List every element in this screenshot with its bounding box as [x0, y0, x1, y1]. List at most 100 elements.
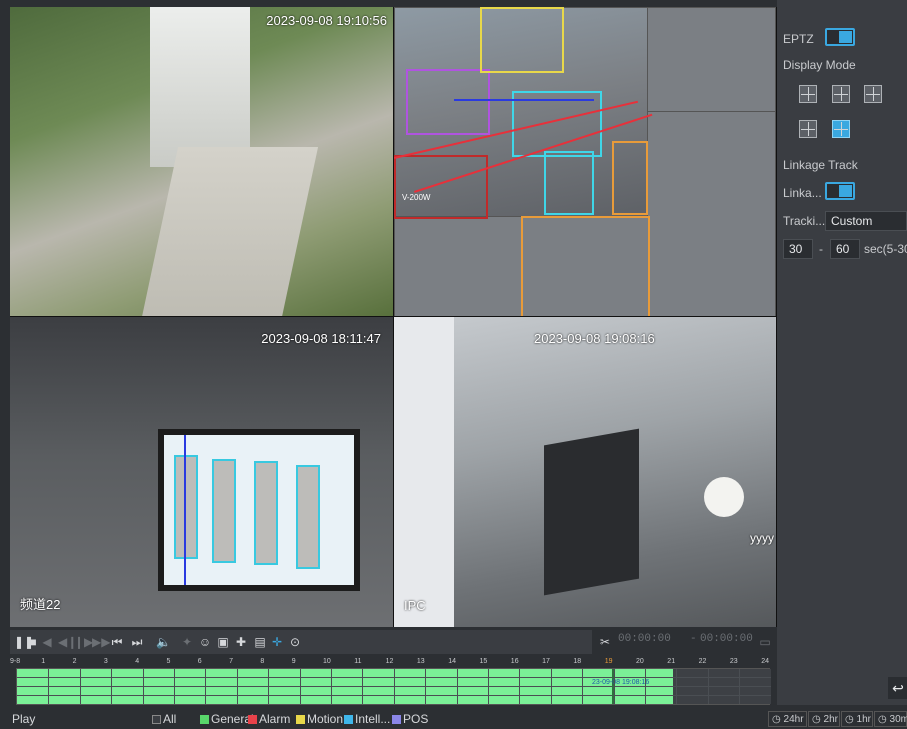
filter-motion[interactable]: Motion [296, 712, 343, 726]
ruler-tick-label: 1 [41, 658, 46, 665]
clip-end-time[interactable]: 00:00:00 [700, 633, 753, 645]
detection-box [394, 155, 488, 219]
ruler-tick-label: 9 [291, 658, 296, 665]
scissors-icon[interactable]: ✂ [598, 634, 612, 650]
ruler-tick-label: 12 [385, 658, 394, 665]
linkage-toggle[interactable] [825, 182, 855, 200]
snapshot-icon[interactable]: ▣ [216, 634, 230, 650]
face-search-icon[interactable]: ☺ [198, 634, 212, 650]
smart-search-icon[interactable]: ✦ [180, 634, 194, 650]
ruler-tick-label: 18 [573, 658, 582, 665]
ruler-tick-label: 3 [103, 658, 108, 665]
timeline-hour-divider [550, 669, 552, 704]
eptz-toggle[interactable] [825, 28, 855, 46]
volume-icon[interactable]: 🔈 [156, 634, 171, 650]
camera-tile-2[interactable]: V-200W [394, 7, 776, 316]
ruler-tick-label: 22 [698, 658, 707, 665]
next-icon[interactable]: ⏭ [128, 634, 146, 650]
detection-box [406, 69, 490, 135]
camera-tile-1[interactable]: 2023-09-08 19:10:56 [10, 7, 393, 316]
toggle-knob [839, 31, 852, 43]
toggle-knob [839, 185, 852, 197]
clip-time-separator: - [690, 633, 697, 645]
sub-view-top-right [647, 7, 776, 112]
pause-icon[interactable]: ❚❚ [14, 634, 34, 650]
timeline-hour-divider [205, 669, 207, 704]
camera-grid: 2023-09-08 19:10:56 V-200W 2023-09-08 18… [10, 7, 777, 627]
timeline-hour-divider [456, 669, 458, 704]
ruler-tick-label: 6 [197, 658, 202, 665]
person-box [296, 465, 320, 569]
back-icon[interactable]: ↩ [888, 677, 907, 699]
range-24hr-button[interactable]: ◷ 24hr [768, 711, 807, 727]
slow-icon[interactable]: ▶▶ [92, 634, 110, 650]
tracking-select[interactable]: Custom [825, 211, 907, 231]
timeline-hour-divider [299, 669, 301, 704]
person-box [254, 461, 278, 565]
camera-timestamp: 2023-09-08 19:10:56 [266, 13, 387, 28]
timeline-hour-divider [488, 669, 489, 704]
timeline-hour-divider [236, 669, 238, 704]
frame-forward-icon[interactable]: ❙▶ [74, 634, 93, 650]
clock-icon: ◷ [845, 714, 857, 725]
timeline-ruler: 9-8 1 2 3 4 5 6 7 8 9 10 11 12 13 14 15 16 17 18 19 20 21 22 23… [10, 658, 777, 668]
timeline-hour-divider [111, 669, 113, 704]
display-mode-3-icon[interactable] [864, 85, 882, 103]
timeline-hour-divider [268, 669, 270, 704]
range-separator: - [819, 242, 823, 256]
filter-intell[interactable]: Intell... [344, 712, 390, 726]
checkbox-icon [296, 715, 305, 725]
camera-tile-3[interactable]: 2023-09-08 18:11:47 频道22 [10, 317, 393, 627]
display-mode-2-icon[interactable] [832, 85, 850, 103]
checkbox-icon [344, 715, 353, 725]
clip-start-time[interactable]: 00:00:00 [618, 633, 671, 645]
filter-general[interactable]: General [200, 712, 254, 726]
range-2hr-button[interactable]: ◷ 2hr [808, 711, 840, 727]
camera-label: IPC [404, 598, 426, 613]
frame-back-icon[interactable]: ◀❙ [58, 634, 77, 650]
timeline-hour-divider [362, 669, 364, 704]
pergola [150, 7, 250, 167]
range-30m-button[interactable]: ◷ 30m [874, 711, 907, 727]
range-max-input[interactable]: 60 [830, 239, 860, 259]
display-mode-1-icon[interactable] [799, 85, 817, 103]
reverse-icon[interactable]: ◀ [42, 634, 52, 650]
checkbox-icon [152, 715, 161, 725]
timeline-hour-divider [331, 669, 332, 704]
timeline-hour-divider [739, 669, 741, 704]
timeline-bar[interactable]: 23-09-08 19:08:16 [16, 668, 771, 705]
stop-icon[interactable]: ■ [28, 634, 38, 650]
filter-all[interactable]: All [152, 712, 176, 726]
previous-icon[interactable]: ⏮ [108, 634, 126, 650]
tag-icon[interactable]: ✚ [234, 634, 248, 650]
ruler-tick-label: 7 [229, 658, 233, 665]
camera-corner-text: yyyy [750, 531, 774, 545]
display-mode-4-icon[interactable] [799, 120, 817, 138]
save-clip-icon[interactable]: ▭ [758, 634, 772, 650]
ruler-tick-label: 21 [667, 658, 676, 665]
ruler-tick-label: 17 [542, 658, 550, 665]
display-mode-5-icon[interactable] [832, 120, 850, 138]
eptz-icon[interactable]: ✛ [270, 634, 284, 650]
camera-tile-4[interactable]: 2023-09-08 19:08:16 yyyy IPC [394, 317, 776, 627]
camera-label: 频道22 [20, 597, 61, 612]
timeline-hour-divider [174, 669, 175, 704]
filter-pos[interactable]: POS [392, 712, 428, 726]
filter-alarm[interactable]: Alarm [248, 712, 290, 726]
walkway [141, 147, 319, 316]
timeline-hour-divider [48, 669, 50, 704]
zoom-icon[interactable]: ⊙ [288, 634, 302, 650]
range-min-input[interactable]: 30 [783, 239, 813, 259]
linkage-track-label: Linkage Track [783, 158, 858, 172]
timeline-hour-divider [425, 669, 427, 704]
clock-icon: ◷ [878, 714, 890, 725]
fisheye-icon[interactable]: ▤ [252, 634, 268, 650]
person-box [212, 459, 236, 563]
ruler-tick-label: 4 [135, 658, 140, 665]
timeline-hour-divider [613, 669, 615, 704]
sub-view-right [647, 111, 776, 316]
foreground-wall [394, 317, 454, 627]
range-1hr-button[interactable]: ◷ 1hr [841, 711, 873, 727]
clip-area: ✂ 00:00:00 - 00:00:00 ▭ [592, 630, 777, 654]
eptz-label: EPTZ [783, 32, 814, 46]
